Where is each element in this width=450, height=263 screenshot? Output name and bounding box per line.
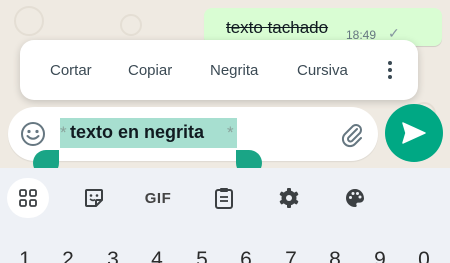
paperclip-icon[interactable] — [338, 120, 366, 148]
clipboard-icon[interactable] — [203, 178, 245, 218]
menu-item-bold[interactable]: Negrita — [210, 62, 258, 79]
bold-marker-open: * — [60, 123, 67, 142]
send-icon — [402, 122, 426, 144]
key-1[interactable]: 1 — [13, 248, 37, 263]
keyboard: GIF 1 2 3 4 5 6 7 8 9 0 — [0, 168, 450, 263]
menu-item-copy[interactable]: Copiar — [128, 62, 172, 79]
key-3[interactable]: 3 — [101, 248, 125, 263]
key-6[interactable]: 6 — [234, 248, 258, 263]
key-0[interactable]: 0 — [412, 248, 436, 263]
send-button[interactable] — [385, 104, 443, 162]
key-8[interactable]: 8 — [323, 248, 347, 263]
message-composer: * texto en negrita * — [8, 107, 378, 161]
sticker-icon[interactable] — [73, 178, 115, 218]
menu-item-cut[interactable]: Cortar — [50, 62, 92, 79]
bold-marker-close: * — [227, 123, 234, 142]
key-2[interactable]: 2 — [56, 248, 80, 263]
selected-text: texto en negrita — [70, 122, 205, 142]
palette-icon[interactable] — [334, 178, 376, 218]
text-selection-menu: Cortar Copiar Negrita Cursiva — [20, 40, 418, 100]
message-text: texto tachado — [226, 18, 329, 37]
key-5[interactable]: 5 — [190, 248, 214, 263]
number-row: 1 2 3 4 5 6 7 8 9 0 — [0, 248, 450, 263]
more-vertical-icon[interactable] — [380, 58, 400, 82]
background-doodle — [120, 14, 142, 36]
key-4[interactable]: 4 — [145, 248, 169, 263]
menu-item-italic[interactable]: Cursiva — [297, 62, 348, 79]
background-doodle — [14, 6, 44, 36]
key-9[interactable]: 9 — [368, 248, 392, 263]
emoji-icon[interactable] — [20, 121, 46, 147]
gif-label: GIF — [144, 189, 172, 207]
grid-apps-icon[interactable] — [7, 178, 49, 218]
gif-button[interactable]: GIF — [137, 178, 179, 218]
key-7[interactable]: 7 — [279, 248, 303, 263]
settings-icon[interactable] — [268, 178, 310, 218]
